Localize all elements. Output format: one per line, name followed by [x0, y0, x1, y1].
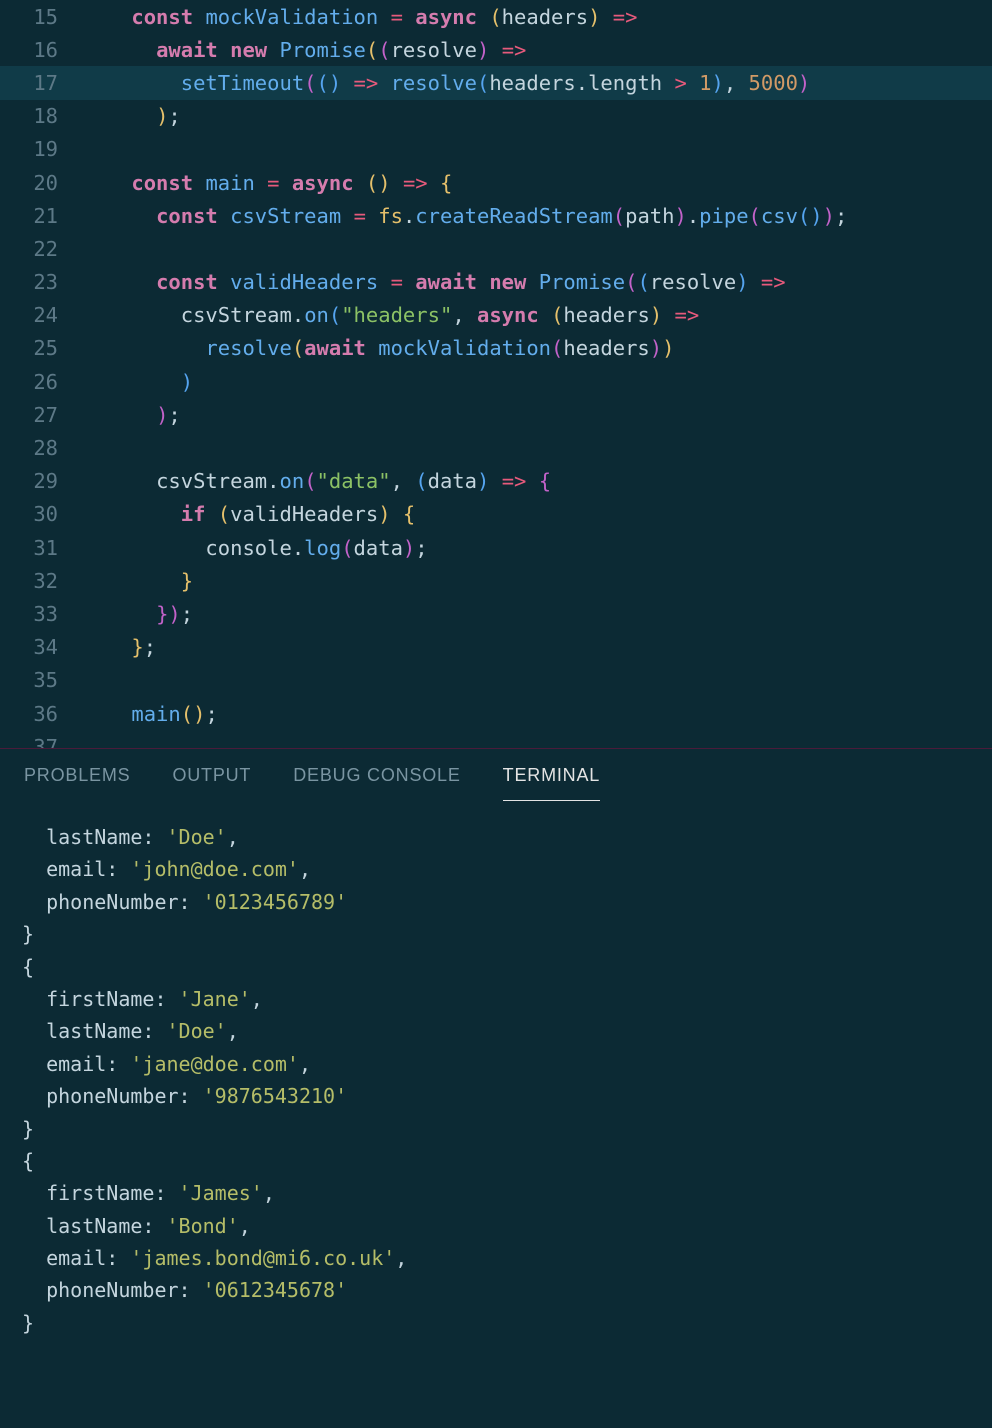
line-number: 37	[0, 735, 82, 748]
terminal-line: firstName: 'James',	[22, 1177, 970, 1209]
line-number: 28	[0, 436, 82, 460]
line-number: 21	[0, 204, 82, 228]
code-line[interactable]: 35	[0, 664, 992, 697]
code-line[interactable]: 37	[0, 730, 992, 748]
code-line[interactable]: 27 );	[0, 398, 992, 431]
code-line[interactable]: 21 const csvStream = fs.createReadStream…	[0, 199, 992, 232]
code-content[interactable]: const validHeaders = await new Promise((…	[82, 270, 992, 294]
panel-tab-output[interactable]: OUTPUT	[172, 765, 251, 801]
panel-tab-problems[interactable]: PROBLEMS	[24, 765, 130, 801]
terminal-line: {	[22, 951, 970, 983]
terminal-line: }	[22, 1113, 970, 1145]
code-content[interactable]: };	[82, 635, 992, 659]
terminal-line: lastName: 'Bond',	[22, 1210, 970, 1242]
code-line[interactable]: 15 const mockValidation = async (headers…	[0, 0, 992, 33]
code-content[interactable]: console.log(data);	[82, 536, 992, 560]
code-content[interactable]: });	[82, 602, 992, 626]
line-number: 29	[0, 469, 82, 493]
code-content[interactable]: csvStream.on("headers", async (headers) …	[82, 303, 992, 327]
code-content[interactable]: if (validHeaders) {	[82, 502, 992, 526]
panel-tab-terminal[interactable]: TERMINAL	[503, 765, 600, 801]
code-line[interactable]: 25 resolve(await mockValidation(headers)…	[0, 332, 992, 365]
code-content[interactable]: );	[82, 403, 992, 427]
code-content[interactable]	[82, 237, 992, 261]
terminal-line: }	[22, 918, 970, 950]
line-number: 31	[0, 536, 82, 560]
terminal-line: phoneNumber: '9876543210'	[22, 1080, 970, 1112]
code-line[interactable]: 18 );	[0, 100, 992, 133]
code-content[interactable]: const csvStream = fs.createReadStream(pa…	[82, 204, 992, 228]
panel-tabs: PROBLEMS OUTPUT DEBUG CONSOLE TERMINAL	[0, 749, 992, 801]
bottom-panel: PROBLEMS OUTPUT DEBUG CONSOLE TERMINAL last…	[0, 748, 992, 1428]
line-number: 25	[0, 336, 82, 360]
line-number: 17	[0, 71, 82, 95]
code-line[interactable]: 19	[0, 133, 992, 166]
code-content[interactable]	[82, 137, 992, 161]
code-line[interactable]: 33 });	[0, 597, 992, 630]
panel-tab-debug-console[interactable]: DEBUG CONSOLE	[293, 765, 460, 801]
code-content[interactable]: resolve(await mockValidation(headers))	[82, 336, 992, 360]
line-number: 26	[0, 370, 82, 394]
line-number: 19	[0, 137, 82, 161]
terminal-line: lastName: 'Doe',	[22, 821, 970, 853]
code-content[interactable]: csvStream.on("data", (data) => {	[82, 469, 992, 493]
line-number: 27	[0, 403, 82, 427]
code-content[interactable]: }	[82, 569, 992, 593]
line-number: 32	[0, 569, 82, 593]
code-line[interactable]: 26 )	[0, 365, 992, 398]
terminal-line: phoneNumber: '0612345678'	[22, 1274, 970, 1306]
terminal-line: {	[22, 1145, 970, 1177]
code-line[interactable]: 23 const validHeaders = await new Promis…	[0, 266, 992, 299]
line-number: 18	[0, 104, 82, 128]
line-number: 20	[0, 171, 82, 195]
terminal-line: phoneNumber: '0123456789'	[22, 886, 970, 918]
line-number: 35	[0, 668, 82, 692]
code-line[interactable]: 24 csvStream.on("headers", async (header…	[0, 299, 992, 332]
code-line[interactable]: 28	[0, 431, 992, 464]
code-line[interactable]: 31 console.log(data);	[0, 531, 992, 564]
line-number: 24	[0, 303, 82, 327]
terminal-line: email: 'james.bond@mi6.co.uk',	[22, 1242, 970, 1274]
line-number: 36	[0, 702, 82, 726]
code-line[interactable]: 29 csvStream.on("data", (data) => {	[0, 465, 992, 498]
code-content[interactable]: const mockValidation = async (headers) =…	[82, 5, 992, 29]
line-number: 22	[0, 237, 82, 261]
code-content[interactable]: const main = async () => {	[82, 171, 992, 195]
line-number: 23	[0, 270, 82, 294]
code-content[interactable]: )	[82, 370, 992, 394]
code-content[interactable]: setTimeout(() => resolve(headers.length …	[82, 71, 992, 95]
code-content[interactable]: main();	[82, 702, 992, 726]
line-number: 15	[0, 5, 82, 29]
terminal-line: firstName: 'Jane',	[22, 983, 970, 1015]
code-line[interactable]: 20 const main = async () => {	[0, 166, 992, 199]
code-line[interactable]: 32 }	[0, 564, 992, 597]
code-editor[interactable]: 15 const mockValidation = async (headers…	[0, 0, 992, 748]
code-content[interactable]	[82, 668, 992, 692]
terminal-line: lastName: 'Doe',	[22, 1015, 970, 1047]
line-number: 34	[0, 635, 82, 659]
code-line[interactable]: 22	[0, 232, 992, 265]
code-line[interactable]: 36 main();	[0, 697, 992, 730]
line-number: 30	[0, 502, 82, 526]
line-number: 16	[0, 38, 82, 62]
terminal-line: email: 'jane@doe.com',	[22, 1048, 970, 1080]
code-content[interactable]	[82, 735, 992, 748]
terminal-line: }	[22, 1307, 970, 1339]
terminal-line: email: 'john@doe.com',	[22, 853, 970, 885]
code-line[interactable]: 16 await new Promise((resolve) =>	[0, 33, 992, 66]
line-number: 33	[0, 602, 82, 626]
code-line[interactable]: 30 if (validHeaders) {	[0, 498, 992, 531]
code-content[interactable]: );	[82, 104, 992, 128]
code-line[interactable]: 17 setTimeout(() => resolve(headers.leng…	[0, 66, 992, 99]
code-content[interactable]	[82, 436, 992, 460]
code-line[interactable]: 34 };	[0, 631, 992, 664]
code-content[interactable]: await new Promise((resolve) =>	[82, 38, 992, 62]
terminal-output[interactable]: lastName: 'Doe', email: 'john@doe.com', …	[0, 801, 992, 1428]
